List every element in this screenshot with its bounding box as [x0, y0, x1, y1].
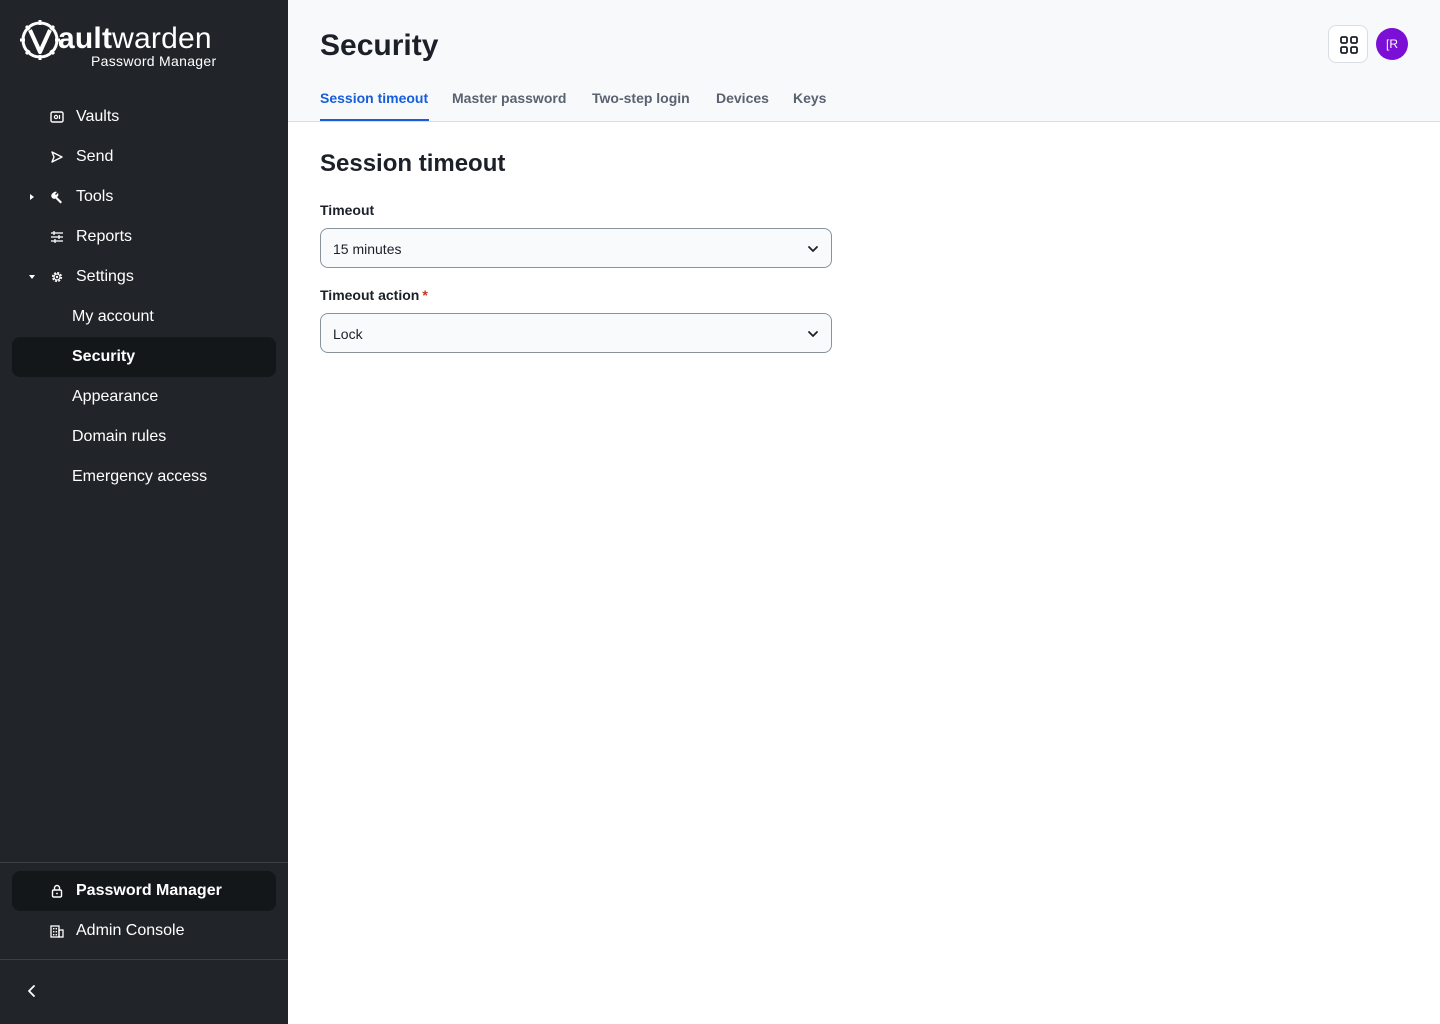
section-title: Session timeout: [320, 150, 506, 177]
timeout-action-select[interactable]: Lock: [320, 313, 832, 353]
vault-icon: [50, 111, 64, 123]
timeout-select-value: 15 minutes: [333, 241, 402, 257]
active-tab-indicator: [320, 119, 429, 121]
tab-devices[interactable]: Devices: [716, 89, 769, 107]
sidebar-item-appearance[interactable]: Appearance: [12, 377, 276, 417]
sidebar-item-tools[interactable]: Tools: [12, 177, 276, 217]
sidebar-item-label: Settings: [76, 268, 134, 285]
collapse-sidebar-button[interactable]: [20, 979, 44, 1003]
sidebar-item-settings[interactable]: Settings: [12, 257, 276, 297]
sidebar-item-label: Vaults: [76, 108, 120, 125]
sliders-icon: [51, 231, 63, 243]
wrench-icon: [51, 191, 62, 204]
sidebar-item-emergency-access[interactable]: Emergency access: [12, 457, 276, 497]
sidebar-item-label: My account: [72, 308, 154, 325]
lock-icon: [51, 884, 63, 898]
sidebar-divider: [0, 862, 288, 863]
product-label: Password Manager: [76, 882, 222, 899]
sidebar-item-my-account[interactable]: My account: [12, 297, 276, 337]
sidebar: aultwarden Password Manager Vaults Send …: [0, 0, 288, 1024]
logo-subtitle: Password Manager: [91, 53, 217, 69]
required-marker: *: [422, 287, 428, 303]
vaultwarden-gear-icon: [20, 20, 60, 60]
sidebar-item-label: Tools: [76, 188, 114, 205]
sidebar-item-label: Reports: [76, 228, 133, 245]
sidebar-item-domain-rules[interactable]: Domain rules: [12, 417, 276, 457]
sidebar-item-label: Appearance: [72, 388, 159, 405]
sidebar-item-reports[interactable]: Reports: [12, 217, 276, 257]
send-icon: [51, 151, 63, 163]
chevron-left-icon: [28, 985, 35, 997]
sidebar-item-security[interactable]: Security: [12, 337, 276, 377]
product-admin-console[interactable]: Admin Console: [12, 911, 276, 951]
logo-wordmark-bold: ault: [58, 22, 113, 55]
building-icon: [50, 925, 64, 938]
tab-keys[interactable]: Keys: [793, 89, 826, 107]
sidebar-item-label: Emergency access: [72, 468, 208, 485]
grid-icon: [1340, 36, 1358, 54]
tab-two-step-login[interactable]: Two-step login: [592, 89, 690, 107]
account-avatar[interactable]: [R: [1376, 28, 1408, 60]
logo-wordmark: aultwarden: [58, 22, 212, 56]
timeout-action-label: Timeout action *: [320, 286, 428, 304]
timeout-action-label-text: Timeout action: [320, 287, 420, 303]
page-title: Security: [320, 29, 439, 62]
page-header: Security [R Session timeout Master passw…: [288, 0, 1440, 122]
sidebar-divider: [0, 959, 288, 960]
product-switcher-button[interactable]: [1328, 25, 1368, 63]
sidebar-item-vaults[interactable]: Vaults: [12, 97, 276, 137]
sidebar-item-label: Domain rules: [72, 428, 167, 445]
vaultwarden-logo[interactable]: aultwarden Password Manager: [20, 18, 220, 72]
chevron-down-icon: [808, 246, 818, 252]
product-label: Admin Console: [76, 922, 185, 939]
timeout-action-select-value: Lock: [333, 326, 363, 342]
tab-master-password[interactable]: Master password: [452, 89, 566, 107]
caret-down-icon: [29, 275, 35, 279]
product-password-manager[interactable]: Password Manager: [12, 871, 276, 911]
sidebar-item-label: Security: [72, 348, 136, 365]
caret-right-icon: [30, 194, 34, 200]
chevron-down-icon: [808, 331, 818, 337]
timeout-select[interactable]: 15 minutes: [320, 228, 832, 268]
timeout-label: Timeout: [320, 202, 375, 218]
sidebar-item-label: Send: [76, 148, 114, 165]
gear-icon: [51, 271, 63, 283]
sidebar-item-send[interactable]: Send: [12, 137, 276, 177]
logo-wordmark-rest: warden: [112, 22, 212, 55]
tab-session-timeout[interactable]: Session timeout: [320, 89, 428, 107]
